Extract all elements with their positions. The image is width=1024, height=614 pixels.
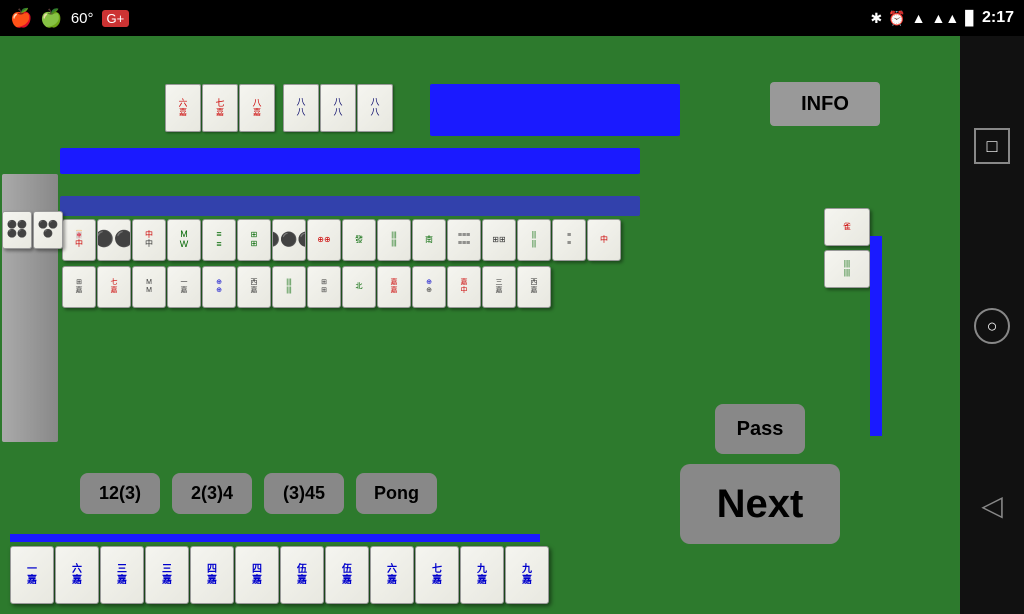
- square-nav-icon[interactable]: □: [974, 128, 1010, 164]
- opp-tile[interactable]: ||| |||: [377, 219, 411, 261]
- right-tile-2[interactable]: ||||||: [824, 250, 870, 288]
- top-tile-2-3[interactable]: 八 八: [357, 84, 393, 132]
- info-button[interactable]: INFO: [770, 82, 880, 126]
- battery-icon: ▊: [965, 10, 976, 27]
- player-tile-10[interactable]: 七嘉: [415, 546, 459, 604]
- opp-tile-r2[interactable]: 西嘉: [237, 266, 271, 308]
- time-label: 2:17: [982, 9, 1014, 27]
- action-button-3[interactable]: (3)45: [264, 473, 344, 514]
- right-tile-1[interactable]: 雀: [824, 208, 870, 246]
- player-tile-4[interactable]: 三嘉: [145, 546, 189, 604]
- opp-tile-r2[interactable]: 嘉中: [447, 266, 481, 308]
- opp-tile[interactable]: 中: [587, 219, 621, 261]
- corner-red-tiles: ⚫⚫⚫⚫ ⚫⚫⚫: [2, 211, 63, 249]
- opp-tile[interactable]: ≡ ≡: [202, 219, 236, 261]
- player-tile-11[interactable]: 九嘉: [460, 546, 504, 604]
- right-opponent-tiles: 雀 ||||||: [824, 208, 870, 288]
- opp-tile[interactable]: ≡ ≡: [552, 219, 586, 261]
- next-button[interactable]: Next: [680, 464, 840, 544]
- status-bar: 🍎 🍏 60° G+ ✱ ⏰ ▲ ▲▲ ▊ 2:17: [0, 0, 1024, 36]
- top-tile-1-1[interactable]: 六 嘉: [165, 84, 201, 132]
- opp-tile[interactable]: M W: [167, 219, 201, 261]
- top-tile-2-1[interactable]: 八 八: [283, 84, 319, 132]
- opp-tile-r2[interactable]: 三嘉: [482, 266, 516, 308]
- opp-tile-r2[interactable]: 一嘉: [167, 266, 201, 308]
- action-button-2[interactable]: 2(3)4: [172, 473, 252, 514]
- alarm-icon: ⏰: [888, 10, 905, 27]
- action-buttons-area: 12(3) 2(3)4 (3)45 Pong: [80, 473, 437, 514]
- wifi-icon: ▲: [912, 10, 926, 26]
- bluetooth-icon: ✱: [870, 10, 882, 27]
- right-blue-bar: [870, 236, 882, 436]
- player-tile-12[interactable]: 九嘉: [505, 546, 549, 604]
- opponent-tile-row-2: ⊞嘉 七嘉 MM 一嘉 ⊕⊕ 西嘉: [62, 266, 551, 308]
- player-tile-9[interactable]: 六嘉: [370, 546, 414, 604]
- opp-tile[interactable]: 🀄中: [62, 219, 96, 261]
- gplus-icon: G+: [102, 10, 130, 27]
- opp-tile-r2[interactable]: 七嘉: [97, 266, 131, 308]
- top-tile-1-2[interactable]: 七 嘉: [202, 84, 238, 132]
- player-tile-8[interactable]: 伍嘉: [325, 546, 369, 604]
- action-button-1[interactable]: 12(3): [80, 473, 160, 514]
- opp-tile[interactable]: ⊞⊞: [482, 219, 516, 261]
- pass-button[interactable]: Pass: [715, 404, 805, 454]
- blue-top-deck: [430, 84, 680, 136]
- opp-tile[interactable]: 南: [412, 219, 446, 261]
- blue-bar-2: [60, 196, 640, 216]
- opp-tile[interactable]: ⚫⚫⚫: [272, 219, 306, 261]
- circle-nav-icon[interactable]: ○: [974, 308, 1010, 344]
- opponent-tile-row-1: 🀄中 ⚫⚫ 中 中 M W ≡ ≡ ⊞ ⊞: [62, 219, 621, 261]
- player-tile-3[interactable]: 三嘉: [100, 546, 144, 604]
- status-left: 🍎 🍏 60° G+: [10, 8, 129, 29]
- opp-tile-r2[interactable]: 北: [342, 266, 376, 308]
- player-tile-1[interactable]: 一嘉: [10, 546, 54, 604]
- top-group-1: 六 嘉 七 嘉 八 嘉: [165, 84, 275, 132]
- opp-tile[interactable]: 中 中: [132, 219, 166, 261]
- opp-tile-r2[interactable]: ⊞嘉: [62, 266, 96, 308]
- nav-bar: □ ○ ◁: [960, 36, 1024, 614]
- opp-tile-r2[interactable]: ⊞⊞: [307, 266, 341, 308]
- top-tile-2-2[interactable]: 八 八: [320, 84, 356, 132]
- top-tile-1-3[interactable]: 八 嘉: [239, 84, 275, 132]
- signal-icon: ▲▲: [931, 10, 959, 26]
- player-tile-6[interactable]: 四嘉: [235, 546, 279, 604]
- player-tile-7[interactable]: 伍嘉: [280, 546, 324, 604]
- opp-tile-r2[interactable]: ⊕⊕: [202, 266, 236, 308]
- player-tiles: 一嘉 六嘉 三嘉 三嘉 四嘉 四嘉: [10, 546, 549, 604]
- opp-tile[interactable]: ≡≡≡ ≡≡≡: [447, 219, 481, 261]
- opp-tile[interactable]: 發: [342, 219, 376, 261]
- player-tile-5[interactable]: 四嘉: [190, 546, 234, 604]
- bottom-highlight-bar: [10, 534, 540, 542]
- blue-bar-1: [60, 148, 640, 174]
- back-nav-icon[interactable]: ◁: [981, 489, 1003, 522]
- pong-button[interactable]: Pong: [356, 473, 437, 514]
- corner-tile[interactable]: ⚫⚫⚫: [33, 211, 63, 249]
- opp-tile-r2[interactable]: 嘉嘉: [377, 266, 411, 308]
- apple-icon-2: 🍏: [40, 8, 62, 29]
- top-left-tiles: 六 嘉 七 嘉 八 嘉 八 八: [165, 84, 393, 132]
- game-area: 六 嘉 七 嘉 八 嘉 八 八: [0, 36, 960, 614]
- opp-tile[interactable]: ⊕⊕: [307, 219, 341, 261]
- opp-tile-r2[interactable]: ||||||: [272, 266, 306, 308]
- opp-tile[interactable]: ⚫⚫: [97, 219, 131, 261]
- temperature-label: 60°: [71, 10, 94, 27]
- player-tile-2[interactable]: 六嘉: [55, 546, 99, 604]
- opp-tile-r2[interactable]: ⊕⊕: [412, 266, 446, 308]
- corner-tile[interactable]: ⚫⚫⚫⚫: [2, 211, 32, 249]
- opp-tile-r2[interactable]: MM: [132, 266, 166, 308]
- status-right: ✱ ⏰ ▲ ▲▲ ▊ 2:17: [870, 9, 1014, 27]
- opp-tile-r2[interactable]: 西嘉: [517, 266, 551, 308]
- top-group-2: 八 八 八 八 八 八: [283, 84, 393, 132]
- opp-tile[interactable]: ⊞ ⊞: [237, 219, 271, 261]
- apple-icon-1: 🍎: [10, 8, 32, 29]
- opp-tile[interactable]: || ||: [517, 219, 551, 261]
